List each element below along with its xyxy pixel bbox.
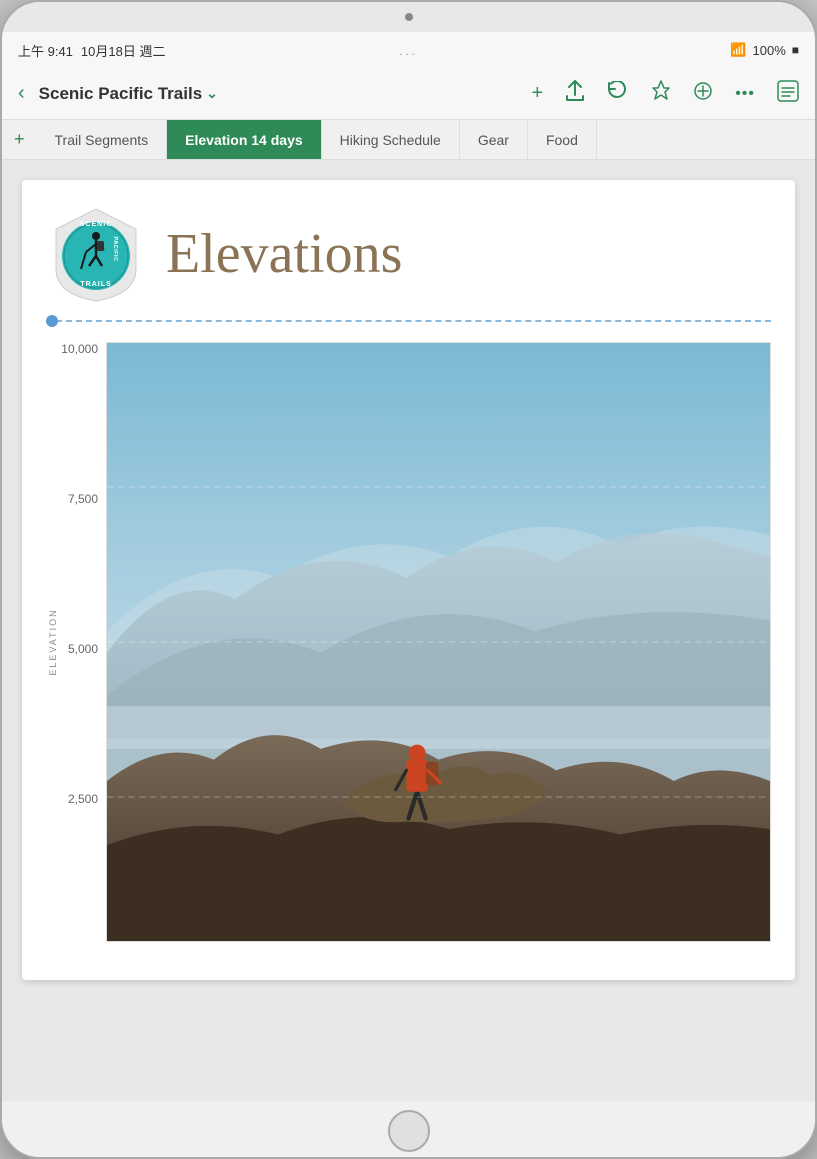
y-axis-label: ELEVATION	[48, 608, 58, 675]
mountain-scene-svg	[107, 343, 770, 941]
chart-body	[106, 342, 771, 942]
tab-bar: + Trail Segments Elevation 14 days Hikin…	[2, 120, 815, 160]
checklist-button[interactable]	[773, 76, 803, 112]
toolbar-actions: +	[528, 76, 804, 112]
chart-y-axis: ELEVATION 10,000 7,500 5,000 2,500	[46, 342, 106, 942]
add-button[interactable]: +	[528, 78, 548, 109]
y-tick-10000: 10,000	[61, 342, 98, 356]
device-bottom	[2, 1101, 815, 1159]
status-right: 📶 100% ■	[730, 42, 799, 58]
battery-percent: 100%	[753, 43, 786, 58]
elevation-chart: ELEVATION 10,000 7,500 5,000 2,500	[46, 342, 771, 942]
status-date: 10月18日 週二	[81, 41, 166, 60]
back-button[interactable]: ‹	[14, 78, 29, 109]
home-button[interactable]	[388, 1110, 430, 1152]
page-area: SCENIC PACIFIC TRAILS Elevations ELEVATI…	[22, 180, 795, 980]
y-tick-5000: 5,000	[68, 642, 98, 656]
page-header: SCENIC PACIFIC TRAILS Elevations	[46, 204, 771, 304]
add-tab-button[interactable]: +	[2, 129, 37, 150]
status-time: 上午 9:41	[18, 41, 73, 60]
battery-icon: ■	[792, 43, 799, 57]
ipad-device: ... 上午 9:41 10月18日 週二 📶 100% ■ ‹ Scenic …	[0, 0, 817, 1159]
svg-text:SCENIC: SCENIC	[80, 221, 112, 228]
status-left: 上午 9:41 10月18日 週二	[18, 41, 165, 60]
device-top-bar	[2, 2, 815, 32]
svg-text:PACIFIC: PACIFIC	[112, 236, 118, 261]
y-tick-2500: 2,500	[68, 792, 98, 806]
top-three-dots: ...	[399, 44, 418, 58]
wifi-icon: 📶	[730, 42, 746, 58]
title-chevron-icon: ⌄	[206, 85, 218, 102]
undo-button[interactable]	[603, 77, 633, 111]
section-divider	[46, 320, 771, 322]
tab-elevation-14-days[interactable]: Elevation 14 days	[167, 120, 322, 160]
pin-button[interactable]	[647, 76, 675, 112]
svg-text:TRAILS: TRAILS	[80, 281, 111, 288]
format-button[interactable]	[689, 78, 717, 110]
toolbar: ‹ Scenic Pacific Trails ⌄ +	[2, 68, 815, 120]
share-button[interactable]	[561, 76, 589, 112]
page-title: Elevations	[166, 222, 402, 286]
document-title[interactable]: Scenic Pacific Trails ⌄	[39, 84, 518, 104]
tab-hiking-schedule[interactable]: Hiking Schedule	[322, 120, 460, 160]
main-content: SCENIC PACIFIC TRAILS Elevations ELEVATI…	[2, 160, 815, 1101]
tab-gear[interactable]: Gear	[460, 120, 528, 160]
tab-trail-segments[interactable]: Trail Segments	[37, 120, 168, 160]
tab-food[interactable]: Food	[528, 120, 597, 160]
front-camera	[405, 13, 413, 21]
more-button[interactable]: •••	[731, 81, 759, 107]
scenic-pacific-trails-logo: SCENIC PACIFIC TRAILS	[46, 204, 146, 304]
y-tick-7500: 7,500	[68, 492, 98, 506]
